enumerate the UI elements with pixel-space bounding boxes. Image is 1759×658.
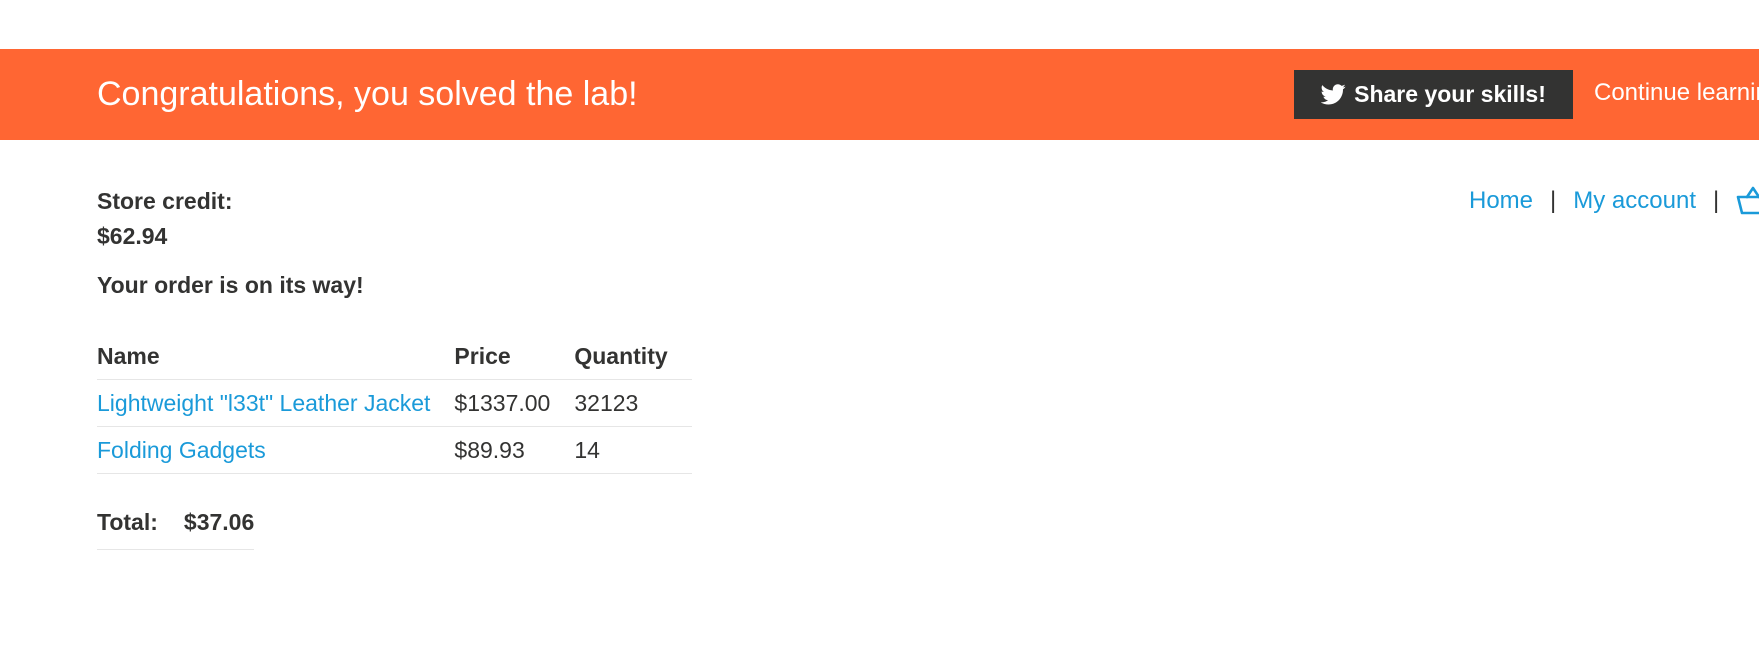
product-price: $1337.00 <box>454 379 575 427</box>
table-row: Lightweight "l33t" Leather Jacket $1337.… <box>97 379 692 427</box>
header-nav: Home | My account | <box>1469 186 1759 216</box>
total-label: Total: <box>97 509 184 550</box>
order-items-table: Name Price Quantity Lightweight "l33t" L… <box>97 333 692 474</box>
continue-learning-link[interactable]: Continue learning <box>1594 79 1759 107</box>
store-credit-label: Store credit: <box>97 188 233 214</box>
product-link[interactable]: Folding Gadgets <box>97 437 266 463</box>
banner-title: Congratulations, you solved the lab! <box>97 75 638 113</box>
nav-separator: | <box>1712 187 1720 214</box>
order-confirmation-message: Your order is on its way! <box>97 272 364 298</box>
twitter-icon <box>1321 84 1346 105</box>
column-header-quantity: Quantity <box>574 342 668 369</box>
share-skills-label: Share your skills! <box>1354 81 1546 107</box>
product-quantity: 14 <box>574 426 692 474</box>
total-row: Total: $37.06 <box>97 509 255 550</box>
share-skills-button[interactable]: Share your skills! <box>1294 70 1573 119</box>
lab-solved-banner: Congratulations, you solved the lab! Sha… <box>0 49 1759 140</box>
nav-my-account-link[interactable]: My account <box>1573 187 1696 215</box>
table-row: Folding Gadgets $89.93 14 <box>97 426 692 474</box>
table-header-row: Name Price Quantity <box>97 333 692 380</box>
column-header-name: Name <box>97 342 160 369</box>
product-quantity: 32123 <box>574 379 692 427</box>
nav-separator: | <box>1550 187 1557 214</box>
column-header-price: Price <box>454 342 511 369</box>
product-price: $89.93 <box>454 426 575 474</box>
store-credit-value: $62.94 <box>97 223 168 249</box>
order-total-table: Total: $37.06 <box>97 509 255 550</box>
nav-home-link[interactable]: Home <box>1469 187 1533 215</box>
total-value: $37.06 <box>183 509 255 550</box>
cart-basket-icon[interactable] <box>1736 186 1759 216</box>
product-link[interactable]: Lightweight "l33t" Leather Jacket <box>97 390 430 416</box>
